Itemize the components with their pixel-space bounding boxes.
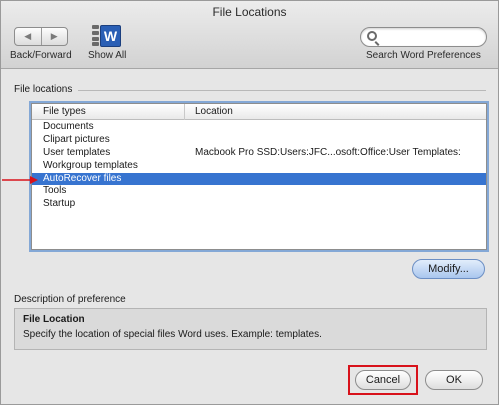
back-forward-label: Back/Forward — [10, 50, 72, 61]
annotation-arrow-icon — [2, 176, 38, 184]
file-type-cell: AutoRecover files — [43, 172, 122, 184]
file-type-cell: Workgroup templates — [43, 159, 138, 171]
file-type-cell: Documents — [43, 121, 94, 132]
ok-button[interactable]: OK — [425, 370, 483, 390]
location-cell — [185, 160, 195, 173]
back-forward-control[interactable]: ◀ ▶ — [14, 27, 68, 46]
location-cell — [185, 121, 195, 134]
list-item[interactable]: Documents — [32, 121, 486, 134]
show-all-button[interactable]: W — [92, 23, 122, 47]
list-item[interactable]: User templates Macbook Pro SSD:Users:JFC… — [32, 147, 486, 160]
toolbar: File Locations ◀ ▶ Back/Forward W Show A… — [1, 1, 498, 69]
file-type-cell: Clipart pictures — [43, 133, 110, 145]
chevron-left-icon: ◀ — [24, 31, 32, 41]
search-label: Search Word Preferences — [366, 50, 481, 61]
list-item[interactable]: Workgroup templates — [32, 160, 486, 173]
cancel-button[interactable]: Cancel — [355, 370, 411, 390]
search-icon — [367, 31, 377, 41]
chevron-right-icon: ▶ — [50, 31, 58, 41]
window-title: File Locations — [212, 5, 287, 19]
column-header-location[interactable]: Location — [185, 104, 233, 120]
list-item[interactable]: Tools — [32, 185, 486, 198]
list-item[interactable]: Clipart pictures — [32, 134, 486, 147]
modify-button[interactable]: Modify... — [412, 259, 485, 279]
description-group-label: Description of preference — [14, 294, 126, 305]
file-locations-list[interactable]: File types Location Documents Clipart pi… — [29, 101, 489, 252]
location-cell — [185, 134, 195, 147]
list-item[interactable]: Startup — [32, 198, 486, 211]
location-cell — [185, 173, 195, 186]
list-header: File types Location — [32, 104, 486, 120]
back-button[interactable]: ◀ — [15, 28, 41, 45]
column-header-file-types[interactable]: File types — [32, 104, 185, 120]
location-cell — [185, 185, 195, 198]
list-item-selected[interactable]: AutoRecover files — [32, 172, 486, 186]
word-app-icon: W — [100, 25, 121, 47]
description-title: File Location — [23, 314, 85, 325]
file-type-cell: User templates — [43, 146, 111, 158]
search-input[interactable] — [381, 30, 481, 44]
description-box: File Location Specify the location of sp… — [14, 308, 487, 350]
show-all-label[interactable]: Show All — [88, 50, 126, 61]
file-type-cell: Startup — [43, 198, 76, 210]
description-text: Specify the location of special files Wo… — [23, 329, 322, 340]
file-locations-group-label: File locations — [14, 84, 73, 95]
file-locations-window: File Locations ◀ ▶ Back/Forward W Show A… — [0, 0, 499, 405]
grid-icon — [92, 25, 99, 47]
location-cell: Macbook Pro SSD:Users:JFC...osoft:Office… — [195, 146, 461, 158]
list-rows: Documents Clipart pictures User template… — [32, 121, 486, 211]
group-divider — [78, 90, 486, 91]
search-field[interactable] — [360, 27, 487, 47]
file-type-cell: Tools — [43, 185, 67, 197]
forward-button[interactable]: ▶ — [40, 28, 68, 45]
location-cell — [185, 198, 195, 211]
